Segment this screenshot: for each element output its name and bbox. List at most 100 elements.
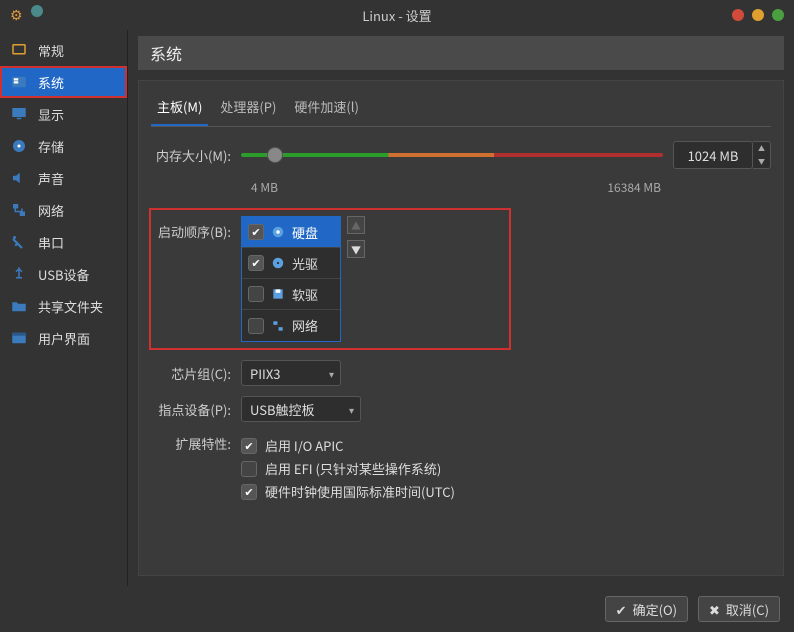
pointing-select[interactable]: USB触控板 <box>241 396 361 422</box>
ui-icon <box>10 329 28 347</box>
titlebar: ⚙ Linux - 设置 <box>0 0 794 30</box>
tab-accel[interactable]: 硬件加速(l) <box>288 91 364 126</box>
sidebar-item-network[interactable]: 网络 <box>0 194 127 226</box>
usb-icon <box>10 265 28 283</box>
sidebar-item-label: 串口 <box>38 233 64 252</box>
memory-max-label: 16384 MB <box>607 179 661 196</box>
cancel-button[interactable]: ✖ 取消(C) <box>698 596 780 622</box>
window-title: Linux - 设置 <box>362 6 431 25</box>
extended-row: 扩展特性: ✔ 启用 I/O APIC 启用 EFI (只针对某些操作系统) ✔ 硬件时… <box>151 432 771 505</box>
extended-list: ✔ 启用 I/O APIC 启用 EFI (只针对某些操作系统) ✔ 硬件时钟使用国际标… <box>241 432 455 505</box>
content-area: 系统 主板(M)处理器(P)硬件加速(l) 内存大小(M): 1024 MB ▲… <box>128 30 794 586</box>
sidebar-item-label: 系统 <box>38 73 64 92</box>
pointing-label: 指点设备(P): <box>151 400 241 419</box>
close-icon: ✖ <box>709 600 720 619</box>
sidebar-item-label: 用户界面 <box>38 329 90 348</box>
sidebar-item-shared[interactable]: 共享文件夹 <box>0 290 127 322</box>
check-icon: ✔ <box>616 600 627 619</box>
sidebar-item-serial[interactable]: 串口 <box>0 226 127 258</box>
memory-slider[interactable] <box>241 141 663 169</box>
display-icon <box>10 105 28 123</box>
boot-item-label: 网络 <box>292 316 318 335</box>
shared-icon <box>10 297 28 315</box>
sidebar: 常规系统显示存储声音网络串口 USB设备共享文件夹用户界面 <box>0 30 128 586</box>
tab-motherboard[interactable]: 主板(M) <box>151 91 208 126</box>
chipset-label: 芯片组(C): <box>151 364 241 383</box>
memory-range-labels: 4 MB 16384 MB <box>251 179 661 196</box>
ok-button-label: 确定(O) <box>633 600 677 619</box>
sidebar-item-ui[interactable]: 用户界面 <box>0 322 127 354</box>
move-up-button[interactable]: ▲ <box>347 216 365 234</box>
page-title: 系统 <box>138 36 784 70</box>
minimize-icon[interactable] <box>752 9 764 21</box>
sidebar-item-label: 常规 <box>38 41 64 60</box>
system-panel: 主板(M)处理器(P)硬件加速(l) 内存大小(M): 1024 MB ▲ ▼ … <box>138 80 784 576</box>
pointing-row: 指点设备(P): USB触控板 <box>151 396 771 422</box>
boot-item[interactable]: 软驱 <box>242 279 340 310</box>
checkbox[interactable]: ✔ <box>248 255 264 271</box>
extended-feature-label: 启用 EFI (只针对某些操作系统) <box>265 459 441 478</box>
general-icon <box>10 41 28 59</box>
sidebar-item-audio[interactable]: 声音 <box>0 162 127 194</box>
titlebar-left-controls: ⚙ <box>0 5 43 25</box>
dialog-buttons: ✔ 确定(O) ✖ 取消(C) <box>0 586 794 632</box>
cancel-button-label: 取消(C) <box>726 600 769 619</box>
checkbox[interactable] <box>248 318 264 334</box>
titlebar-right-controls <box>732 9 784 21</box>
hdd-icon <box>270 224 286 240</box>
checkbox[interactable]: ✔ <box>241 438 257 454</box>
checkbox[interactable] <box>248 286 264 302</box>
sidebar-item-system[interactable]: 系统 <box>0 66 127 98</box>
sidebar-item-general[interactable]: 常规 <box>0 34 127 66</box>
tab-processor[interactable]: 处理器(P) <box>214 91 282 126</box>
extended-feature-label: 硬件时钟使用国际标准时间(UTC) <box>265 482 455 501</box>
extended-feature-label: 启用 I/O APIC <box>265 436 343 455</box>
checkbox[interactable]: ✔ <box>248 224 264 240</box>
boot-order-section: 启动顺序(B): ✔ 硬盘 ✔光驱软驱网络 ▲ ▼ <box>151 210 509 348</box>
sidebar-item-label: 显示 <box>38 105 64 124</box>
audio-icon <box>10 169 28 187</box>
chevron-up-icon[interactable]: ▲ <box>753 142 770 155</box>
ok-button[interactable]: ✔ 确定(O) <box>605 596 688 622</box>
boot-order-label: 启动顺序(B): <box>151 216 241 241</box>
boot-item[interactable]: ✔ 硬盘 <box>242 217 340 248</box>
sidebar-item-label: 网络 <box>38 201 64 220</box>
network-icon <box>10 201 28 219</box>
extended-feature-row: ✔ 硬件时钟使用国际标准时间(UTC) <box>241 482 455 501</box>
sidebar-item-display[interactable]: 显示 <box>0 98 127 130</box>
memory-min-label: 4 MB <box>251 179 278 196</box>
chipset-row: 芯片组(C): PIIX3 <box>151 360 771 386</box>
net-icon <box>270 318 286 334</box>
system-icon <box>10 73 28 91</box>
serial-icon <box>10 233 28 251</box>
checkbox[interactable] <box>241 461 257 477</box>
sidebar-item-label: 共享文件夹 <box>38 297 103 316</box>
boot-order-arrows: ▲ ▼ <box>347 216 365 258</box>
boot-item[interactable]: ✔光驱 <box>242 248 340 279</box>
boot-item[interactable]: 网络 <box>242 310 340 341</box>
memory-value[interactable]: 1024 MB <box>673 141 753 169</box>
extended-label: 扩展特性: <box>151 432 241 453</box>
settings-gear-icon: ⚙ <box>10 5 23 25</box>
maximize-icon[interactable] <box>772 9 784 21</box>
memory-row: 内存大小(M): 1024 MB ▲ ▼ <box>151 141 771 169</box>
chevron-down-icon[interactable]: ▼ <box>753 155 770 168</box>
memory-slider-thumb[interactable] <box>267 147 283 163</box>
chipset-select[interactable]: PIIX3 <box>241 360 341 386</box>
close-icon[interactable] <box>732 9 744 21</box>
boot-order-list[interactable]: ✔ 硬盘 ✔光驱软驱网络 <box>241 216 341 342</box>
memory-slider-track <box>241 153 663 157</box>
storage-icon <box>10 137 28 155</box>
memory-stepper[interactable]: ▲ ▼ <box>753 141 771 169</box>
sidebar-item-usb[interactable]: USB设备 <box>0 258 127 290</box>
tabs: 主板(M)处理器(P)硬件加速(l) <box>151 91 771 127</box>
sidebar-item-label: 声音 <box>38 169 64 188</box>
sidebar-item-label: 存储 <box>38 137 64 156</box>
boot-item-label: 硬盘 <box>292 223 318 242</box>
extended-feature-row: 启用 EFI (只针对某些操作系统) <box>241 459 455 478</box>
titlebar-dot-icon <box>31 5 43 17</box>
sidebar-item-storage[interactable]: 存储 <box>0 130 127 162</box>
memory-label: 内存大小(M): <box>151 146 241 165</box>
move-down-button[interactable]: ▼ <box>347 240 365 258</box>
checkbox[interactable]: ✔ <box>241 484 257 500</box>
